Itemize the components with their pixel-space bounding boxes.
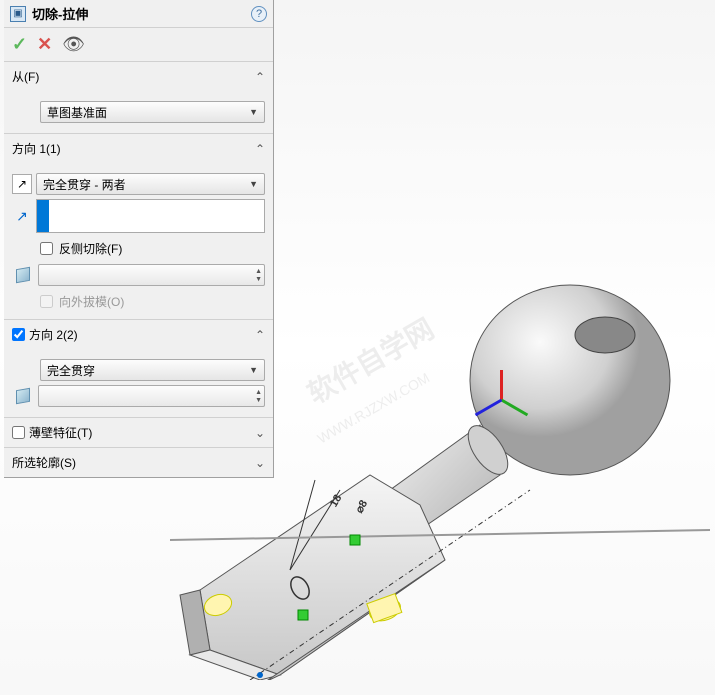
collapse-icon: ⌄ <box>255 456 265 470</box>
section-from-header[interactable]: 从(F) ⌃ <box>4 62 273 91</box>
direction2-end-condition-dropdown[interactable]: 完全贯穿 <box>40 359 265 381</box>
reverse-direction-button[interactable]: ↗ <box>12 174 32 194</box>
draft2-icon <box>12 385 34 407</box>
draft-outward-label: 向外拔模(O) <box>59 293 124 310</box>
collapse-icon: ⌃ <box>255 142 265 156</box>
preview-button[interactable]: 👁 <box>62 34 85 55</box>
help-icon[interactable]: ? <box>251 6 267 22</box>
spinner-down[interactable]: ▼ <box>255 397 262 404</box>
thin-feature-label: 薄壁特征(T) <box>29 424 92 441</box>
spinner-up[interactable]: ▲ <box>255 268 262 275</box>
section-direction2: 方向 2(2) ⌃ 完全贯穿 ▲▼ <box>4 319 273 417</box>
section-from: 从(F) ⌃ 草图基准面 <box>4 61 273 133</box>
cut-extrude-icon: ▣ <box>10 6 26 22</box>
collapse-icon: ⌃ <box>255 328 265 342</box>
draft2-angle-input[interactable]: ▲▼ <box>38 385 265 407</box>
property-manager-panel: ▣ 切除-拉伸 ? ✓ ✕ 👁 从(F) ⌃ 草图基准面 方向 1(1) ⌃ <box>4 0 274 478</box>
collapse-icon: ⌃ <box>255 70 265 84</box>
direction1-vector-selection[interactable] <box>36 199 265 233</box>
section-direction2-label: 方向 2(2) <box>29 326 78 343</box>
section-from-label: 从(F) <box>12 68 39 85</box>
panel-header: ▣ 切除-拉伸 ? <box>4 0 273 28</box>
direction-vector-icon: ↗ <box>12 206 32 226</box>
collapse-icon: ⌄ <box>255 426 265 440</box>
panel-title: 切除-拉伸 <box>32 4 251 23</box>
selected-contours-label: 所选轮廓(S) <box>12 454 76 471</box>
from-plane-dropdown[interactable]: 草图基准面 <box>40 101 265 123</box>
spinner-down[interactable]: ▼ <box>255 276 262 283</box>
direction2-enable-checkbox[interactable] <box>12 328 25 341</box>
section-thin-feature: 薄壁特征(T) ⌄ <box>4 417 273 447</box>
flip-side-label: 反侧切除(F) <box>59 240 122 257</box>
draft-icon <box>12 264 34 286</box>
action-bar: ✓ ✕ 👁 <box>4 28 273 61</box>
thin-feature-checkbox[interactable] <box>12 426 25 439</box>
direction1-end-condition-dropdown[interactable]: 完全贯穿 - 两者 <box>36 173 265 195</box>
section-selected-contours: 所选轮廓(S) ⌄ <box>4 447 273 477</box>
section-direction1-label: 方向 1(1) <box>12 140 61 157</box>
spinner-up[interactable]: ▲ <box>255 389 262 396</box>
selection-highlight <box>37 200 49 232</box>
section-direction2-header[interactable]: 方向 2(2) ⌃ <box>4 320 273 349</box>
section-selected-contours-header[interactable]: 所选轮廓(S) ⌄ <box>4 448 273 477</box>
draft-angle-input[interactable]: ▲▼ <box>38 264 265 286</box>
direction2-end-condition-value: 完全贯穿 <box>47 362 95 379</box>
draft-outward-checkbox <box>40 295 53 308</box>
flip-side-checkbox[interactable] <box>40 242 53 255</box>
section-direction1: 方向 1(1) ⌃ ↗ 完全贯穿 - 两者 ↗ 反侧切除(F) <box>4 133 273 319</box>
section-thin-feature-header[interactable]: 薄壁特征(T) ⌄ <box>4 418 273 447</box>
section-direction1-header[interactable]: 方向 1(1) ⌃ <box>4 134 273 163</box>
ok-button[interactable]: ✓ <box>12 34 27 55</box>
triad-z-axis <box>500 370 503 400</box>
cancel-button[interactable]: ✕ <box>37 34 52 55</box>
direction1-end-condition-value: 完全贯穿 - 两者 <box>43 176 126 193</box>
from-plane-value: 草图基准面 <box>47 104 107 121</box>
